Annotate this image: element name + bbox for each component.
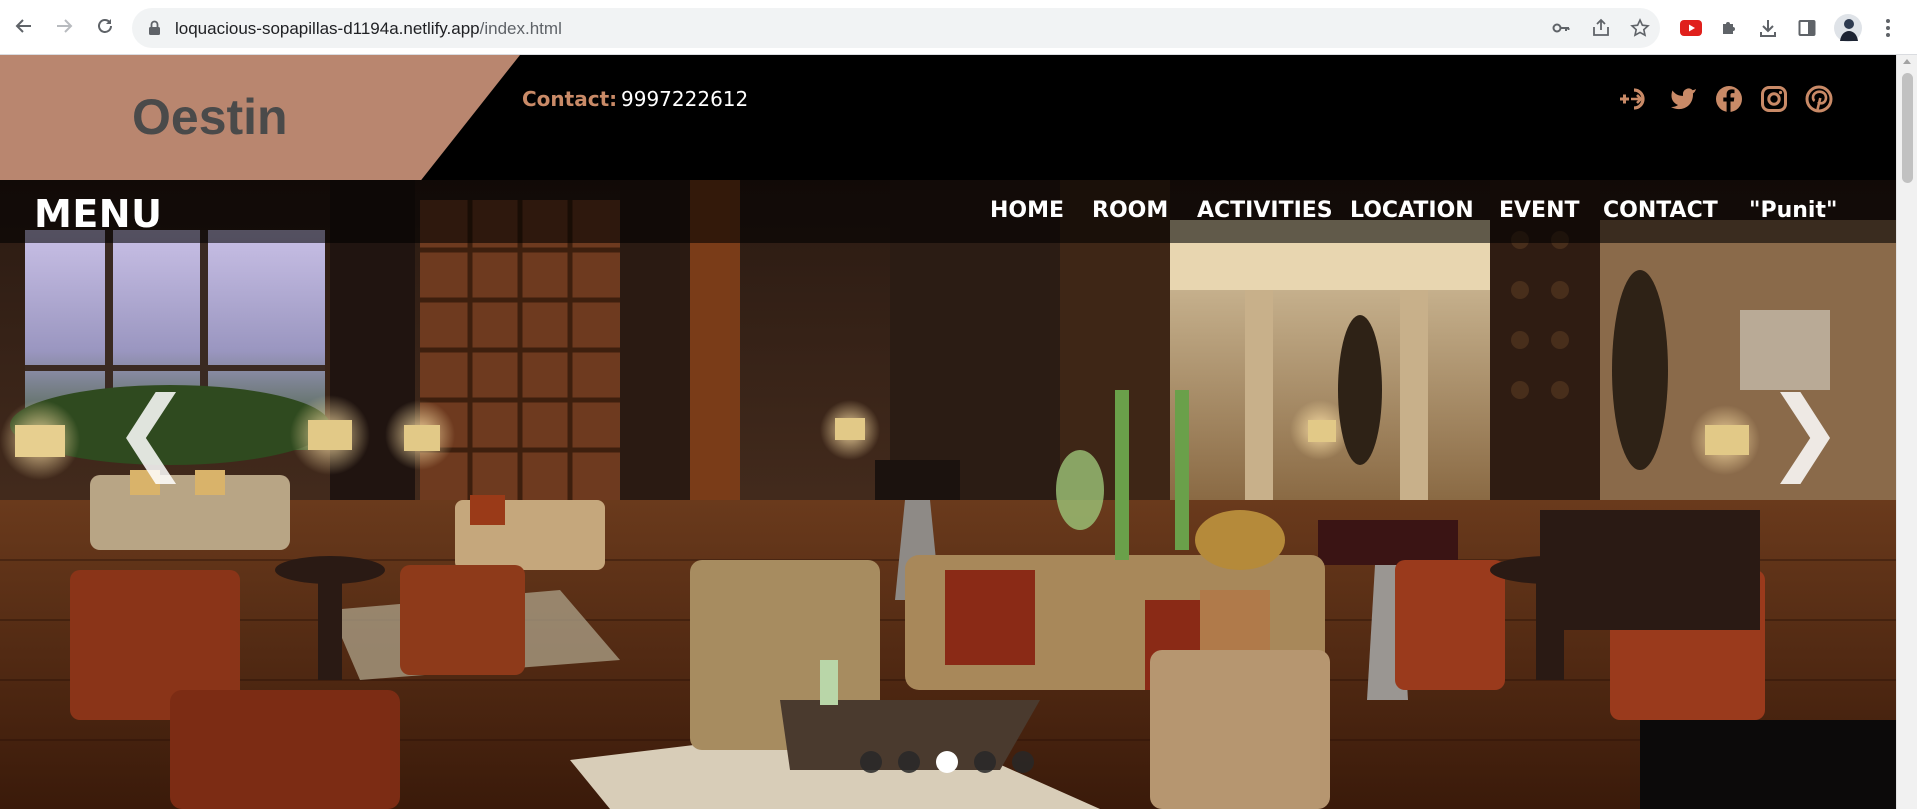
twitter-icon[interactable]: [1666, 81, 1702, 117]
browser-toolbar: loquacious-sopapillas-d1194a.netlify.app…: [0, 0, 1917, 55]
nav-link-home[interactable]: HOME: [990, 198, 1064, 223]
carousel-dot[interactable]: [974, 751, 996, 773]
nav-link-contact[interactable]: CONTACT: [1603, 198, 1718, 223]
lock-icon[interactable]: [148, 20, 161, 36]
key-icon[interactable]: [1550, 17, 1572, 39]
avatar[interactable]: [1834, 14, 1862, 42]
scroll-thumb[interactable]: [1902, 73, 1913, 183]
address-bar[interactable]: loquacious-sopapillas-d1194a.netlify.app…: [132, 8, 1660, 48]
carousel-dot[interactable]: [860, 751, 882, 773]
carousel-dot[interactable]: [1012, 751, 1034, 773]
reload-icon[interactable]: [91, 12, 119, 40]
main-nav: MENU HOME ROOM ACTIVITIES LOCATION EVENT…: [0, 180, 1896, 243]
nav-link-user[interactable]: "Punit": [1749, 198, 1837, 223]
contact-phone[interactable]: 9997222612: [621, 87, 748, 111]
menu-title[interactable]: MENU: [34, 192, 162, 236]
nav-link-location[interactable]: LOCATION: [1350, 198, 1474, 223]
contact-label: Contact:: [522, 87, 618, 111]
nav-link-event[interactable]: EVENT: [1499, 198, 1580, 223]
youtube-extension-icon[interactable]: [1679, 16, 1703, 40]
url-path: /index.html: [479, 19, 562, 38]
puzzle-icon[interactable]: [1717, 16, 1741, 40]
top-header: Oestin Contact: 9997222612: [0, 55, 1896, 180]
lobby-image: [0, 180, 1896, 809]
carousel-dot[interactable]: [898, 751, 920, 773]
carousel-prev-button[interactable]: ❮: [113, 385, 190, 477]
page-scrollbar[interactable]: [1896, 55, 1917, 809]
carousel-next-button[interactable]: ❯: [1766, 385, 1843, 477]
url-host: loquacious-sopapillas-d1194a.netlify.app: [175, 19, 480, 38]
url-text[interactable]: loquacious-sopapillas-d1194a.netlify.app…: [175, 19, 562, 39]
back-arrow-icon[interactable]: [10, 12, 38, 40]
page-viewport: Oestin Contact: 9997222612 MENU HOME ROO…: [0, 55, 1896, 809]
hero-carousel: [0, 180, 1896, 809]
login-icon[interactable]: [1617, 81, 1653, 117]
nav-link-activities[interactable]: ACTIVITIES: [1197, 198, 1333, 223]
share-icon[interactable]: [1590, 17, 1612, 39]
nav-link-room[interactable]: ROOM: [1092, 198, 1168, 223]
instagram-icon[interactable]: [1756, 81, 1792, 117]
side-panel-icon[interactable]: [1795, 16, 1819, 40]
brand-logo-text[interactable]: Oestin: [132, 88, 288, 146]
facebook-icon[interactable]: [1711, 81, 1747, 117]
pinterest-icon[interactable]: [1801, 81, 1837, 117]
kebab-menu-icon[interactable]: [1876, 16, 1900, 40]
forward-arrow-icon[interactable]: [50, 12, 78, 40]
scroll-up-arrow-icon[interactable]: [1903, 59, 1911, 64]
star-icon[interactable]: [1629, 17, 1651, 39]
download-icon[interactable]: [1756, 16, 1780, 40]
carousel-dot[interactable]: [936, 751, 958, 773]
